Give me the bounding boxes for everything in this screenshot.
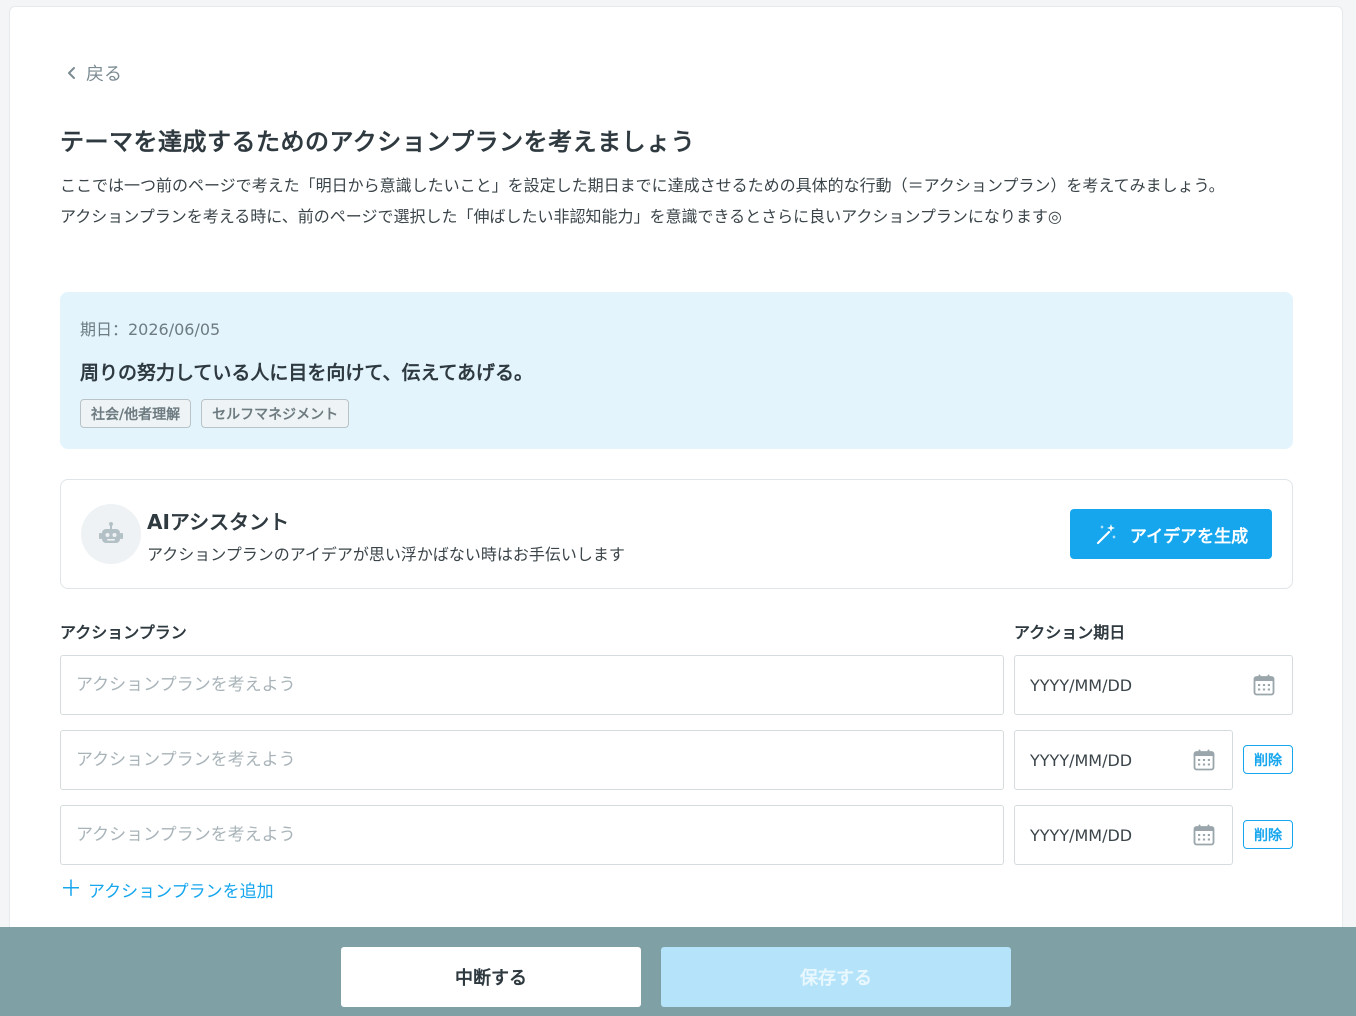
calendar-icon xyxy=(1193,824,1215,846)
page-title: テーマを達成するためのアクションプランを考えましょう xyxy=(60,128,696,156)
skill-tag: 社会/他者理解 xyxy=(80,399,192,428)
footer-bar: 中断する 保存する xyxy=(0,927,1356,1016)
action-plan-input-1[interactable] xyxy=(60,655,1004,715)
action-date-picker-1[interactable]: YYYY/MM/DD xyxy=(1014,655,1293,715)
ai-assistant-title: AIアシスタント xyxy=(147,510,290,534)
date-placeholder: YYYY/MM/DD xyxy=(1030,675,1133,695)
action-date-header: アクション期日 xyxy=(1014,623,1126,642)
skill-tag: セルフマネジメント xyxy=(201,399,350,428)
delete-row-button-3[interactable]: 削除 xyxy=(1243,820,1293,849)
goal-summary-box: 期日：2026/06/05 周りの努力している人に目を向けて、伝えてあげる。 社… xyxy=(60,292,1293,449)
date-placeholder: YYYY/MM/DD xyxy=(1030,750,1133,770)
suspend-button[interactable]: 中断する xyxy=(341,947,641,1007)
ai-assistant-subtitle: アクションプランのアイデアが思い浮かばない時はお手伝いします xyxy=(147,545,625,564)
action-plan-input-2[interactable] xyxy=(60,730,1004,790)
date-placeholder: YYYY/MM/DD xyxy=(1030,825,1133,845)
back-link[interactable]: 戻る xyxy=(66,60,122,86)
magic-wand-icon xyxy=(1096,524,1116,545)
page-description: ここでは一つ前のページで考えた「明日から意識したいこと」を設定した期日までに達成… xyxy=(60,170,1292,232)
calendar-icon xyxy=(1253,674,1275,696)
calendar-icon xyxy=(1193,749,1215,771)
chevron-left-icon xyxy=(68,67,75,79)
save-button[interactable]: 保存する xyxy=(661,947,1011,1007)
generate-idea-button[interactable]: アイデアを生成 xyxy=(1070,509,1272,559)
delete-row-button-2[interactable]: 削除 xyxy=(1243,745,1293,774)
action-plan-header: アクションプラン xyxy=(60,623,187,642)
description-paragraph-2: アクションプランを考える時に、前のページで選択した「伸ばしたい非認知能力」を意識… xyxy=(60,207,1062,226)
back-label: 戻る xyxy=(86,64,122,85)
action-date-picker-2[interactable]: YYYY/MM/DD xyxy=(1014,730,1233,790)
description-paragraph-1: ここでは一つ前のページで考えた「明日から意識したいこと」を設定した期日までに達成… xyxy=(60,176,1225,195)
add-action-plan-label: アクションプランを追加 xyxy=(88,882,274,902)
ai-assistant-panel: AIアシスタント アクションプランのアイデアが思い浮かばない時はお手伝いします … xyxy=(60,479,1293,589)
action-date-picker-3[interactable]: YYYY/MM/DD xyxy=(1014,805,1233,865)
robot-icon xyxy=(81,504,141,564)
generate-idea-label: アイデアを生成 xyxy=(1129,526,1249,547)
plus-icon: ＋ xyxy=(60,876,83,902)
goal-tags: 社会/他者理解 セルフマネジメント xyxy=(80,399,350,428)
goal-text: 周りの努力している人に目を向けて、伝えてあげる。 xyxy=(80,362,533,384)
add-action-plan-link[interactable]: ＋ アクションプランを追加 xyxy=(60,877,274,902)
goal-due-date: 期日：2026/06/05 xyxy=(80,320,221,339)
action-plan-input-3[interactable] xyxy=(60,805,1004,865)
